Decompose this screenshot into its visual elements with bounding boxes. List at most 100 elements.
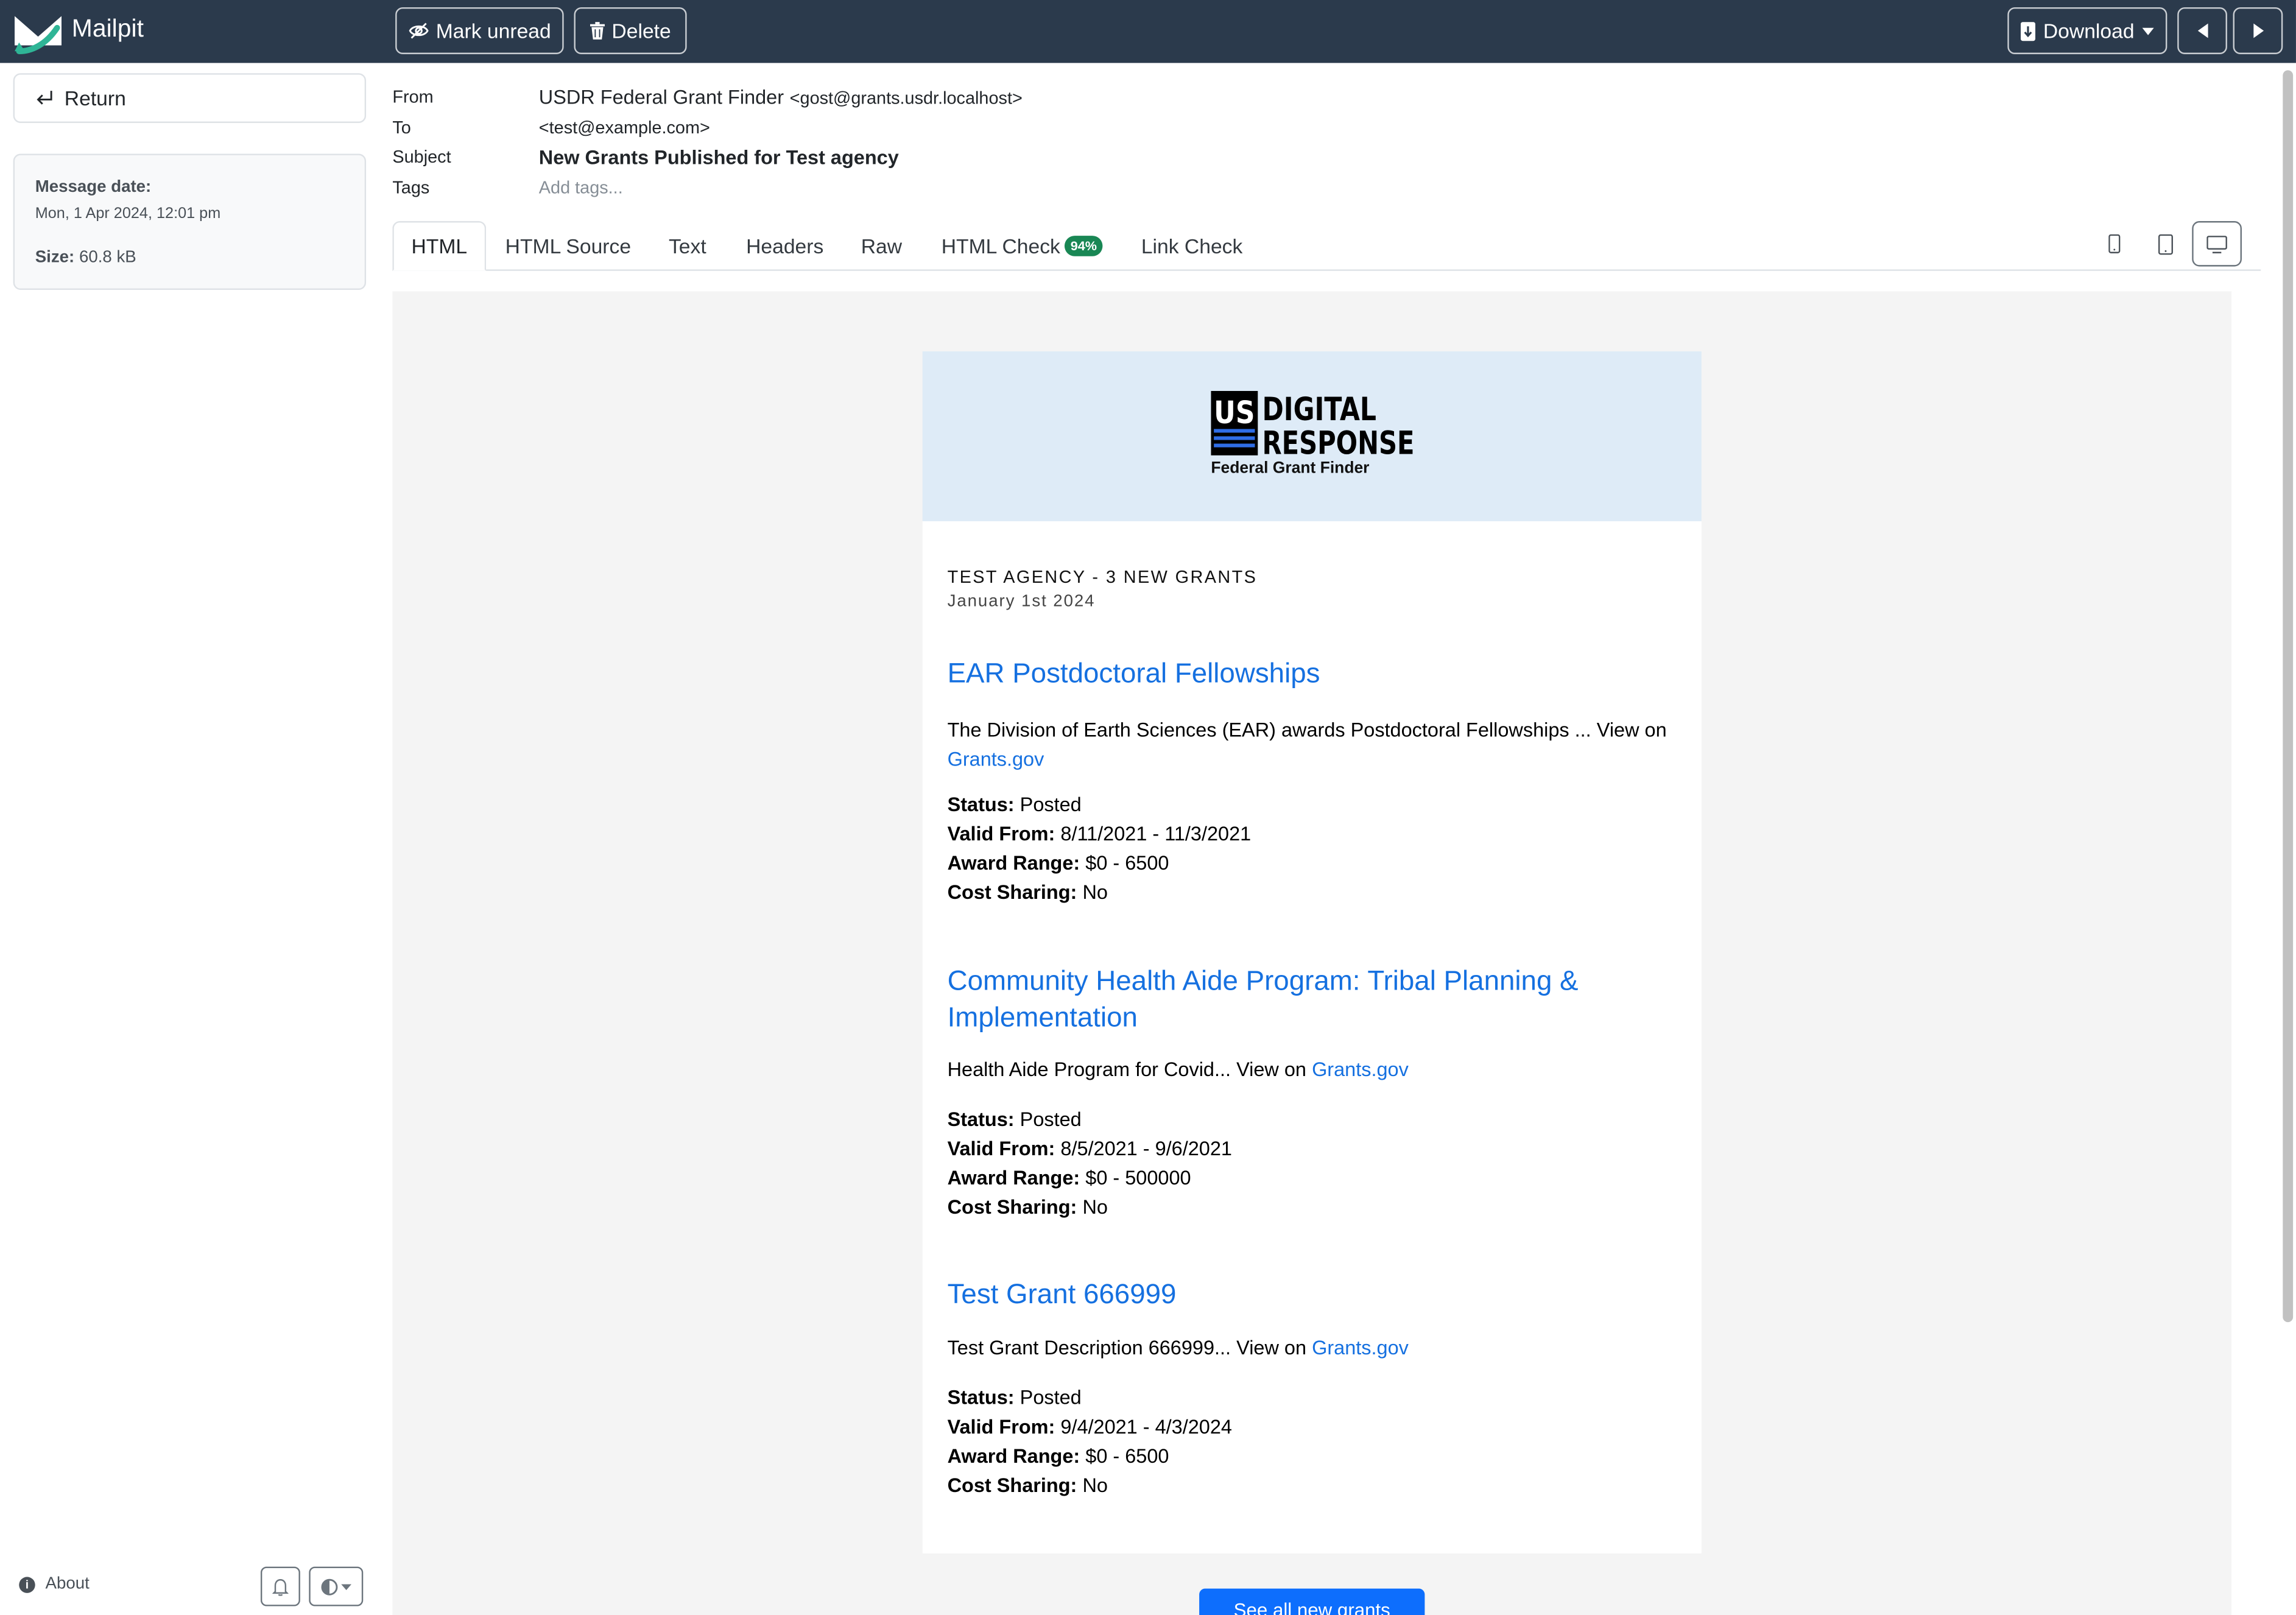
tablet-view-button[interactable] [2141, 221, 2191, 267]
grant-award-range: Award Range: $0 - 6500 [948, 1445, 1169, 1467]
tab-html-source[interactable]: HTML Source [488, 221, 649, 271]
delete-label: Delete [611, 19, 671, 43]
caret-right-icon [2253, 23, 2263, 38]
grant-award-range: Award Range: $0 - 500000 [948, 1167, 1191, 1189]
grant-title-link[interactable]: Test Grant 666999 [948, 1277, 1177, 1314]
grant-status: Status: Posted [948, 1387, 1082, 1409]
award-range-label: Award Range: [947, 1445, 1080, 1468]
next-message-button[interactable] [2233, 7, 2283, 54]
desktop-view-button[interactable] [2192, 221, 2242, 267]
info-icon: i [19, 1576, 35, 1592]
mailpit-logo[interactable] [13, 7, 63, 54]
to-label: To [392, 117, 411, 138]
tags-input[interactable]: Add tags... [539, 177, 623, 198]
app-name[interactable]: Mailpit [72, 15, 144, 44]
grant-status: Status: Posted [948, 1108, 1082, 1130]
us-digital-response-logo: US DIGITAL RESPONSE [1211, 390, 1415, 459]
download-label: Download [2043, 19, 2135, 43]
from-label: From [392, 86, 434, 107]
status-label: Status: [947, 1108, 1015, 1131]
grant-desc-text: The Division of Earth Sciences (EAR) awa… [947, 719, 1591, 741]
tab-text[interactable]: Text [652, 221, 724, 271]
previous-message-button[interactable] [2177, 7, 2227, 54]
grant-title-link[interactable]: Community Health Aide Program: Tribal Pl… [948, 963, 1579, 1036]
status-value: Posted [1019, 793, 1082, 816]
subject-value: New Grants Published for Test agency [538, 146, 899, 169]
delete-button[interactable]: Delete [574, 7, 687, 54]
valid-from-label: Valid From: [947, 1415, 1055, 1438]
grant-desc-text: Test Grant Description 666999... [947, 1337, 1231, 1359]
logo-us-text: US [1214, 395, 1255, 431]
bell-icon [272, 1578, 289, 1596]
trash-icon [590, 22, 605, 40]
status-label: Status: [947, 1386, 1015, 1409]
grants-gov-link[interactable]: Grants.gov [1312, 1058, 1409, 1080]
see-all-grants-button[interactable]: See all new grants [1199, 1588, 1425, 1615]
message-size: Size: 60.8 kB [35, 249, 136, 267]
grant-desc-text: Health Aide Program for Covid... [947, 1058, 1231, 1081]
award-range-label: Award Range: [947, 1167, 1080, 1189]
message-meta-card: Message date: Mon, 1 Apr 2024, 12:01 pm … [13, 153, 367, 290]
contrast-icon [321, 1578, 338, 1595]
size-label: Size: [35, 248, 75, 267]
from-email: <gost@grants.usdr.localhost> [789, 88, 1023, 108]
message-date-label: Message date: [35, 178, 152, 197]
view-on-text: View on [1596, 719, 1667, 741]
theme-toggle-button[interactable] [309, 1566, 364, 1606]
caret-left-icon [2197, 23, 2208, 38]
view-on-text: View on [1236, 1058, 1307, 1081]
award-range-value: $0 - 500000 [1085, 1167, 1191, 1189]
valid-from-value: 8/11/2021 - 11/3/2021 [1060, 823, 1252, 845]
cost-sharing-value: No [1082, 1196, 1108, 1219]
about-label: About [45, 1575, 90, 1593]
status-value: Posted [1019, 1108, 1082, 1131]
tab-headers[interactable]: Headers [729, 221, 840, 271]
download-dropdown[interactable]: Download [2007, 7, 2167, 54]
status-value: Posted [1019, 1386, 1082, 1409]
tablet-icon [2158, 233, 2173, 255]
subject-label: Subject [392, 146, 451, 167]
phone-view-button[interactable] [2090, 221, 2139, 267]
email-title: TEST AGENCY - 3 NEW GRANTS [947, 566, 1258, 588]
valid-from-value: 8/5/2021 - 9/6/2021 [1060, 1138, 1232, 1160]
grant-title-link[interactable]: EAR Postdoctoral Fellowships [948, 656, 1320, 692]
grants-gov-link[interactable]: Grants.gov [948, 748, 1044, 770]
about-link[interactable]: i About [19, 1575, 90, 1593]
grant-description: Test Grant Description 666999... View on… [948, 1337, 1409, 1359]
logo-digital-text: DIGITAL [1262, 391, 1377, 428]
return-button[interactable]: Return [13, 73, 367, 123]
valid-from-value: 9/4/2021 - 4/3/2024 [1060, 1415, 1232, 1438]
from-name: USDR Federal Grant Finder [538, 86, 784, 108]
cost-sharing-label: Cost Sharing: [947, 1196, 1077, 1219]
grant-title-line-2: Implementation [947, 1002, 1138, 1034]
from-value: USDR Federal Grant Finder <gost@grants.us… [539, 86, 1023, 108]
file-download-icon [2021, 21, 2036, 41]
status-label: Status: [947, 793, 1015, 816]
view-on-text: View on [1236, 1337, 1307, 1359]
eye-slash-icon [408, 23, 428, 39]
logo-subtitle: Federal Grant Finder [1211, 459, 1370, 477]
grant-valid-from: Valid From: 8/5/2021 - 9/6/2021 [948, 1138, 1232, 1159]
return-arrow-icon [37, 91, 52, 105]
size-value: 60.8 kB [79, 248, 136, 267]
html-check-score-badge: 94% [1065, 236, 1103, 256]
tab-html-check[interactable]: HTML Check 94% [923, 221, 1122, 271]
mark-unread-button[interactable]: Mark unread [395, 7, 564, 54]
cost-sharing-label: Cost Sharing: [947, 1474, 1077, 1497]
grant-cost-sharing: Cost Sharing: No [948, 1474, 1108, 1496]
grant-valid-from: Valid From: 9/4/2021 - 4/3/2024 [948, 1416, 1232, 1438]
tab-link-check[interactable]: Link Check [1125, 221, 1259, 271]
tab-raw[interactable]: Raw [847, 221, 917, 271]
tab-html[interactable]: HTML [392, 221, 487, 271]
top-navbar: Mailpit Mark unread Delete Download [0, 0, 2296, 63]
to-email: <test@example.com> [538, 117, 710, 138]
page-scrollbar[interactable] [2283, 70, 2294, 1323]
grant-award-range: Award Range: $0 - 6500 [948, 852, 1169, 874]
award-range-label: Award Range: [947, 852, 1080, 874]
grants-gov-link[interactable]: Grants.gov [1312, 1337, 1409, 1359]
cost-sharing-value: No [1082, 881, 1108, 904]
valid-from-label: Valid From: [947, 1138, 1055, 1160]
caret-down-icon [2141, 27, 2153, 35]
mark-unread-label: Mark unread [435, 19, 551, 43]
notifications-button[interactable] [260, 1566, 300, 1606]
